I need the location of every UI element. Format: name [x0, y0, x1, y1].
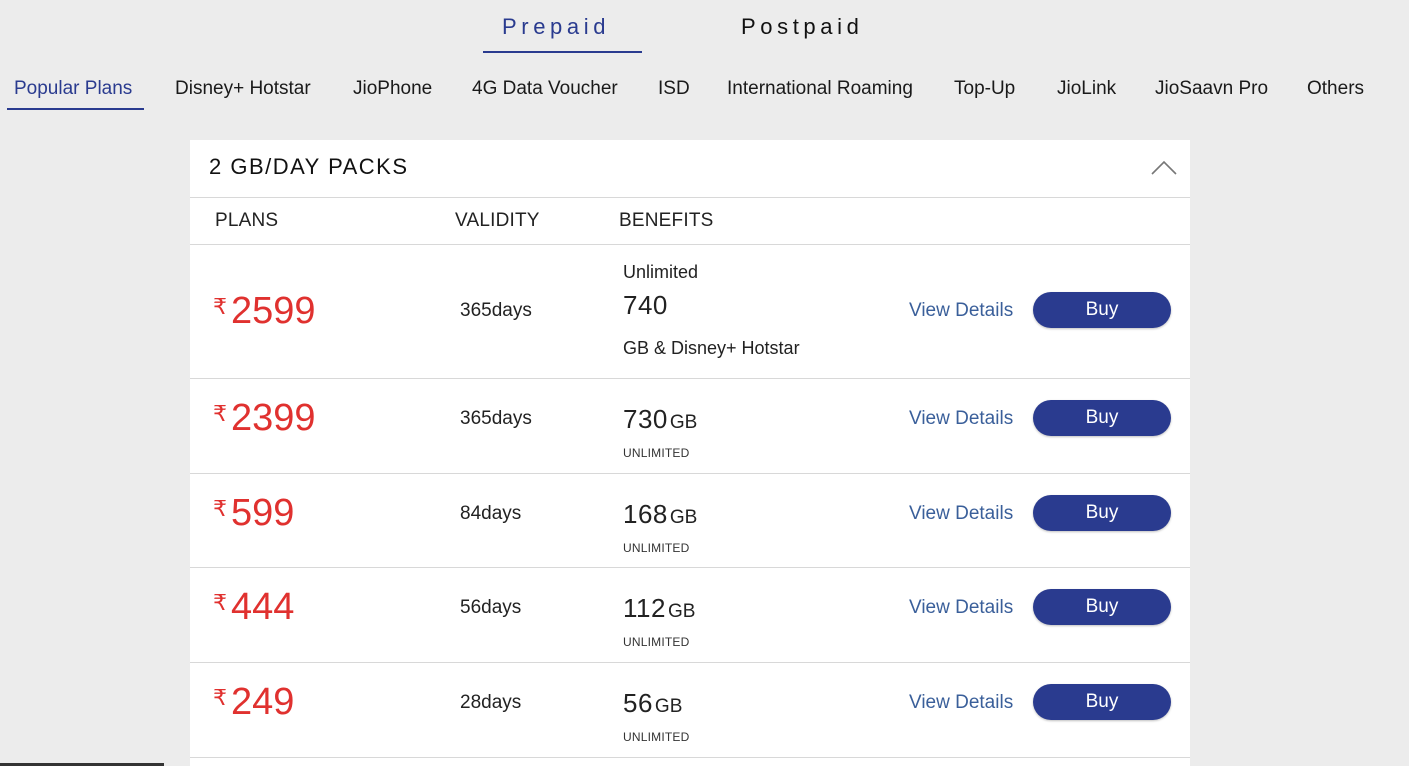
- benefit-top-text: Unlimited: [623, 262, 699, 282]
- chevron-up-icon[interactable]: [1150, 158, 1178, 178]
- plan-validity: 365days: [460, 408, 532, 430]
- category-jiosaavn-pro[interactable]: JioSaavn Pro: [1155, 78, 1268, 100]
- plan-validity: 56days: [460, 597, 521, 619]
- column-header-validity: VALIDITY: [455, 210, 540, 231]
- view-details-link[interactable]: View Details: [909, 692, 1013, 714]
- benefit-data: 730 GB: [623, 404, 697, 435]
- validity-number: 28: [460, 692, 482, 713]
- benefit-unit: GB: [654, 696, 683, 717]
- price-amount: 444: [231, 586, 295, 628]
- validity-number: 84: [460, 503, 482, 524]
- validity-unit: days: [481, 503, 522, 524]
- plan-row: ₹444 56days 112 GB UNLIMITED View Details…: [190, 568, 1190, 663]
- rupee-symbol: ₹: [213, 590, 227, 615]
- validity-number: 56: [460, 597, 482, 618]
- benefit-unit: GB: [669, 507, 698, 528]
- benefit-data: 740: [623, 290, 668, 321]
- plan-row: ₹2599 365days Unlimited 740 GB & Disney+…: [190, 245, 1190, 379]
- benefit-unit: GB: [667, 601, 696, 622]
- benefit-sub: UNLIMITED: [623, 541, 690, 555]
- view-details-link[interactable]: View Details: [909, 597, 1013, 619]
- plan-validity: 84days: [460, 503, 521, 525]
- price-amount: 2399: [231, 397, 316, 439]
- benefit-value: 112: [623, 593, 666, 623]
- benefit-value: 168: [623, 499, 668, 529]
- plan-validity: 365days: [460, 300, 532, 322]
- benefit-data: 112 GB: [623, 593, 695, 624]
- buy-button[interactable]: Buy: [1033, 400, 1171, 436]
- active-tab-indicator: [483, 51, 642, 53]
- benefit-sub: UNLIMITED: [623, 635, 690, 649]
- validity-unit: days: [481, 597, 522, 618]
- benefit-unit: GB: [669, 412, 698, 433]
- category-jiophone[interactable]: JioPhone: [353, 78, 432, 100]
- plan-row: ₹2399 365days 730 GB UNLIMITED View Detai…: [190, 379, 1190, 474]
- rupee-symbol: ₹: [213, 496, 227, 521]
- validity-unit: days: [491, 408, 532, 429]
- view-details-link[interactable]: View Details: [909, 300, 1013, 322]
- plan-row: ₹249 28days 56 GB UNLIMITED View Details …: [190, 663, 1190, 758]
- view-details-link[interactable]: View Details: [909, 503, 1013, 525]
- benefit-sub: UNLIMITED: [623, 446, 690, 460]
- category-nav: Popular Plans Disney+ Hotstar JioPhone 4…: [0, 74, 1409, 114]
- plan-row: ₹599 84days 168 GB UNLIMITED View Details…: [190, 474, 1190, 568]
- rupee-symbol: ₹: [213, 294, 227, 319]
- buy-button[interactable]: Buy: [1033, 292, 1171, 328]
- plan-price: ₹599: [213, 492, 294, 535]
- category-disney-hotstar[interactable]: Disney+ Hotstar: [175, 78, 311, 100]
- plan-price: ₹2599: [213, 290, 316, 333]
- category-top-up[interactable]: Top-Up: [954, 78, 1015, 100]
- tab-prepaid[interactable]: Prepaid: [502, 14, 610, 40]
- rupee-symbol: ₹: [213, 685, 227, 710]
- plan-price: ₹249: [213, 681, 294, 724]
- active-category-indicator: [7, 108, 144, 110]
- card-header[interactable]: 2 GB/DAY PACKS: [190, 140, 1190, 198]
- column-header-plans: PLANS: [215, 210, 279, 231]
- category-others[interactable]: Others: [1307, 78, 1364, 100]
- tab-postpaid[interactable]: Postpaid: [741, 14, 863, 40]
- column-headers: PLANS VALIDITY BENEFITS: [190, 198, 1190, 245]
- category-international-roaming[interactable]: International Roaming: [727, 78, 913, 100]
- plans-card: 2 GB/DAY PACKS PLANS VALIDITY BENEFITS ₹…: [190, 140, 1190, 766]
- card-title: 2 GB/DAY PACKS: [209, 154, 409, 179]
- category-isd[interactable]: ISD: [658, 78, 690, 100]
- validity-number: 365: [460, 300, 492, 321]
- benefit-data: 56 GB: [623, 688, 682, 719]
- buy-button[interactable]: Buy: [1033, 495, 1171, 531]
- column-header-benefits: BENEFITS: [619, 210, 714, 231]
- validity-number: 365: [460, 408, 492, 429]
- validity-unit: days: [481, 692, 522, 713]
- benefit-sub: UNLIMITED: [623, 730, 690, 744]
- benefit-value: 740: [623, 290, 668, 320]
- category-4g-data-voucher[interactable]: 4G Data Voucher: [472, 78, 618, 100]
- benefit-value: 56: [623, 688, 653, 718]
- validity-unit: days: [491, 300, 532, 321]
- plan-type-tabs: Prepaid Postpaid: [0, 0, 1409, 56]
- buy-button[interactable]: Buy: [1033, 684, 1171, 720]
- price-amount: 249: [231, 681, 295, 723]
- plan-price: ₹2399: [213, 397, 316, 440]
- price-amount: 2599: [231, 290, 316, 332]
- benefit-data: 168 GB: [623, 499, 697, 530]
- category-jiolink[interactable]: JioLink: [1057, 78, 1116, 100]
- price-amount: 599: [231, 492, 295, 534]
- rupee-symbol: ₹: [213, 401, 227, 426]
- benefit-value: 730: [623, 404, 668, 434]
- category-popular-plans[interactable]: Popular Plans: [14, 78, 132, 100]
- view-details-link[interactable]: View Details: [909, 408, 1013, 430]
- plan-validity: 28days: [460, 692, 521, 714]
- benefit-bottom-text: GB & Disney+ Hotstar: [623, 338, 800, 358]
- plan-price: ₹444: [213, 586, 294, 629]
- buy-button[interactable]: Buy: [1033, 589, 1171, 625]
